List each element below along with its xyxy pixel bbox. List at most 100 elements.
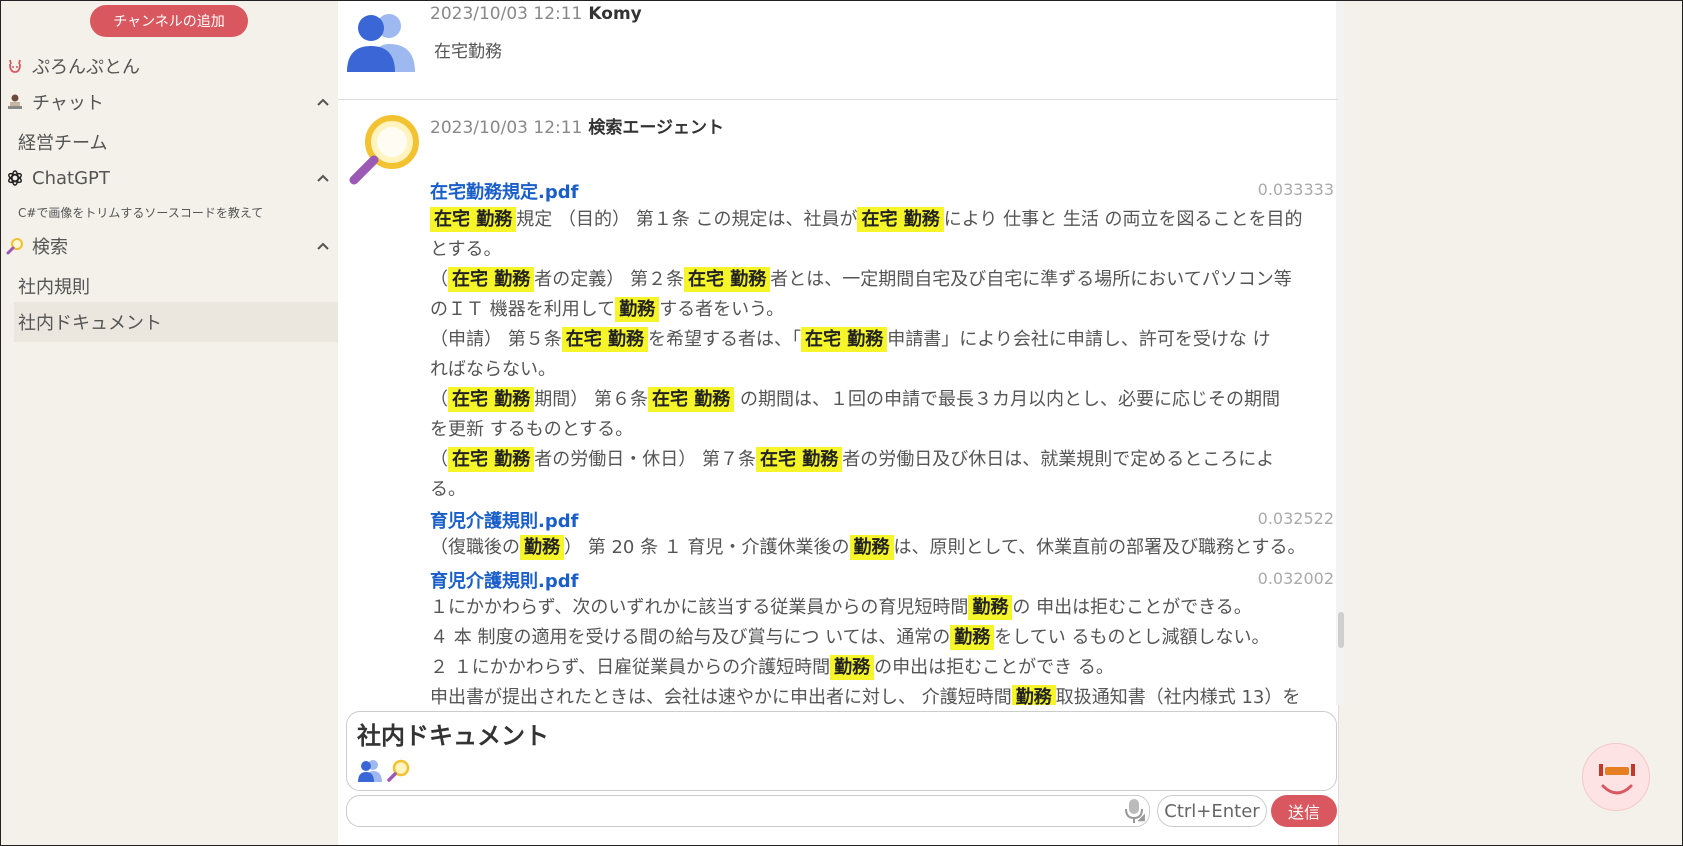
result-line: （在宅 勤務 期間） 第６条 在宅 勤務 の期間は、１回の申請で最長３カ月以内とし、… — [430, 385, 1335, 415]
sidebar-item-label: 社内規則 — [18, 277, 90, 298]
sidebar-item-label: 経営チーム — [18, 133, 108, 154]
search-agent-icon[interactable] — [385, 758, 411, 788]
message-author: Komy — [588, 4, 642, 24]
result-text: （ — [430, 389, 448, 410]
result-text: （ — [430, 269, 448, 290]
result-text: する者をいう。 — [659, 299, 785, 320]
result-text: ２ １にかかわらず、日雇従業員からの介護短時間 — [430, 657, 831, 678]
scrollbar[interactable] — [1336, 0, 1344, 705]
chevron-up-icon[interactable] — [308, 97, 338, 107]
result-line: 申出書が提出されたときは、会社は速やかに申出者に対し、 介護短時間 勤務 取扱通知書… — [430, 683, 1335, 705]
highlight: 勤務 — [520, 535, 564, 560]
result-file-link[interactable]: 育児介護規則.pdf — [430, 507, 578, 533]
sidebar-item-search[interactable]: 検索 — [0, 232, 338, 260]
result-text: を更新 するものとする。 — [430, 419, 634, 440]
highlight: 勤務 — [968, 595, 1013, 620]
result-line: とする。 — [430, 235, 1335, 265]
sidebar-item-management-team[interactable]: 経営チーム — [0, 128, 338, 156]
message-meta: 2023/10/03 12:11 Komy — [430, 4, 642, 24]
sidebar-item-chatgpt[interactable]: ChatGPT — [0, 164, 338, 192]
result-text: （ — [430, 449, 448, 470]
result-line: １にかかわらず、次のいずれかに該当する従業員からの育児短時間 勤務の 申出は拒むこ… — [430, 593, 1335, 623]
message-timestamp: 2023/10/03 12:11 — [430, 118, 583, 138]
result-file-link[interactable]: 育児介護規則.pdf — [430, 567, 578, 593]
result-text: （申請） 第５条 — [430, 329, 562, 350]
result-text: １にかかわらず、次のいずれかに該当する従業員からの育児短時間 — [430, 597, 969, 618]
highlight: 在宅 勤務 — [857, 207, 944, 232]
highlight: 在宅 勤務 — [756, 447, 843, 472]
mascot-icon[interactable] — [1582, 743, 1650, 811]
highlight: 在宅 勤務 — [430, 207, 517, 232]
result-line: のＩＴ 機器を利用して 勤務 する者をいう。 — [430, 295, 1335, 325]
result-text: の 申出は拒むことができる。 — [1012, 597, 1252, 618]
scrollbar-thumb[interactable] — [1338, 612, 1344, 648]
result-text: 者の労働日及び休日は、就業規則で定めるところによ — [842, 449, 1275, 470]
result-score: 0.033333 — [1257, 180, 1334, 199]
highlight: 在宅 勤務 — [648, 387, 735, 412]
ctrl-enter-toggle[interactable]: Ctrl+Enter — [1157, 795, 1267, 827]
users-icon[interactable] — [357, 758, 383, 788]
result-text: をしてい るものとし減額しない。 — [994, 627, 1270, 648]
highlight: 勤務 — [849, 535, 894, 560]
sidebar-item-label: ぷろんぷとん — [32, 57, 140, 78]
result-text: の申出は拒むことができ る。 — [874, 657, 1114, 678]
message-text: 在宅勤務 — [434, 42, 502, 62]
result-line: ２ １にかかわらず、日雇従業員からの介護短時間 勤務 の申出は拒むことができ る。 — [430, 653, 1335, 683]
users-avatar-icon — [345, 12, 417, 72]
add-channel-button[interactable]: チャンネルの追加 — [90, 5, 248, 37]
result-text: 者とは、一定期間自宅及び自宅に準ずる場所においてパソコン等 — [770, 269, 1292, 290]
message-timestamp: 2023/10/03 12:11 — [430, 4, 583, 24]
person-at-desk-icon — [4, 91, 26, 113]
result-text: 申出書が提出されたときは、会社は速やかに申出者に対し、 介護短時間 — [430, 687, 1012, 705]
result-line: （在宅 勤務 者の定義） 第２条 在宅 勤務 者とは、一定期間自宅及び自宅に準ずる場所… — [430, 265, 1335, 295]
result-score: 0.032002 — [1257, 569, 1334, 588]
highlight: 勤務 — [615, 297, 660, 322]
result-text: （復職後の — [430, 537, 520, 558]
result-line: 在宅 勤務 規定 （目的） 第１条 この規定は、社員が 在宅 勤務 により 仕事と 生… — [430, 205, 1335, 235]
result-text: 期間） 第６条 — [534, 389, 649, 410]
sidebar-item-label: チャット — [32, 93, 104, 114]
result-text: 者の労働日・休日） 第７条 — [534, 449, 757, 470]
highlight: 在宅 勤務 — [561, 327, 649, 352]
highlight: 勤務 — [830, 655, 875, 680]
result-line: を更新 するものとする。 — [430, 415, 1335, 445]
result-score: 0.032522 — [1257, 509, 1334, 528]
channel-members — [357, 758, 411, 788]
highlight: 在宅 勤務 — [801, 327, 888, 352]
sidebar-item-label: 検索 — [32, 237, 68, 258]
result-line: （復職後の 勤務） 第 20 条 １ 育児・介護休業後の 勤務 は、原則として、休業直… — [430, 533, 1335, 563]
highlight: 在宅 勤務 — [448, 267, 535, 292]
sidebar-item-company-rules[interactable]: 社内規則 — [0, 272, 338, 300]
result-file-link[interactable]: 在宅勤務規定.pdf — [430, 178, 578, 204]
chevron-up-icon[interactable] — [308, 173, 338, 183]
result-line: る。 — [430, 475, 1335, 505]
sidebar-item-chat[interactable]: チャット — [0, 88, 338, 116]
channel-title: 社内ドキュメント — [357, 722, 549, 750]
highlight: 勤務 — [1011, 685, 1056, 705]
sidebar-item-label: 社内ドキュメント — [18, 313, 162, 334]
message-author: 検索エージェント — [588, 118, 725, 138]
result-line: （在宅 勤務 者の労働日・休日） 第７条 在宅 勤務 者の労働日及び休日は、就業規則で… — [430, 445, 1335, 475]
result-text: 規定 （目的） 第１条 この規定は、社員が — [516, 209, 858, 230]
result-line: ４ 本 制度の適用を受ける間の給与及び賞与につ いては、通常の 勤務 をしてい るも… — [430, 623, 1335, 653]
channel-selector-box[interactable]: 社内ドキュメント — [346, 711, 1337, 791]
result-text: ればならない。 — [430, 359, 556, 380]
result-text: 者の定義） 第２条 — [534, 269, 685, 290]
search-agent-avatar-icon — [344, 112, 420, 188]
result-line: （申請） 第５条 在宅 勤務 を希望する者は、「 在宅 勤務 申請書」により会社に申請し… — [430, 325, 1335, 355]
openai-logo-icon — [4, 167, 26, 189]
highlight: 勤務 — [950, 625, 995, 650]
sidebar-item-chatgpt-thread[interactable]: C#で画像をトリムするソースコードを教えて — [0, 202, 338, 222]
sidebar-item-company-documents[interactable]: 社内ドキュメント — [14, 302, 338, 342]
highlight: 在宅 勤務 — [448, 387, 535, 412]
microphone-icon[interactable] — [1120, 795, 1148, 827]
highlight: 在宅 勤務 — [684, 267, 771, 292]
message-input[interactable]: ◢ — [346, 795, 1150, 827]
result-text: の期間は、１回の申請で最長３カ月以内とし、必要に応じその期間 — [734, 389, 1281, 410]
result-text: る。 — [430, 479, 466, 500]
sidebar-item-purompton[interactable]: ぷろんぷとん — [0, 52, 338, 80]
send-button[interactable]: 送信 — [1271, 795, 1337, 827]
chevron-up-icon[interactable] — [308, 241, 338, 251]
result-text: ４ 本 制度の適用を受ける間の給与及び賞与につ いては、通常の — [430, 627, 951, 648]
highlight: 在宅 勤務 — [448, 447, 535, 472]
